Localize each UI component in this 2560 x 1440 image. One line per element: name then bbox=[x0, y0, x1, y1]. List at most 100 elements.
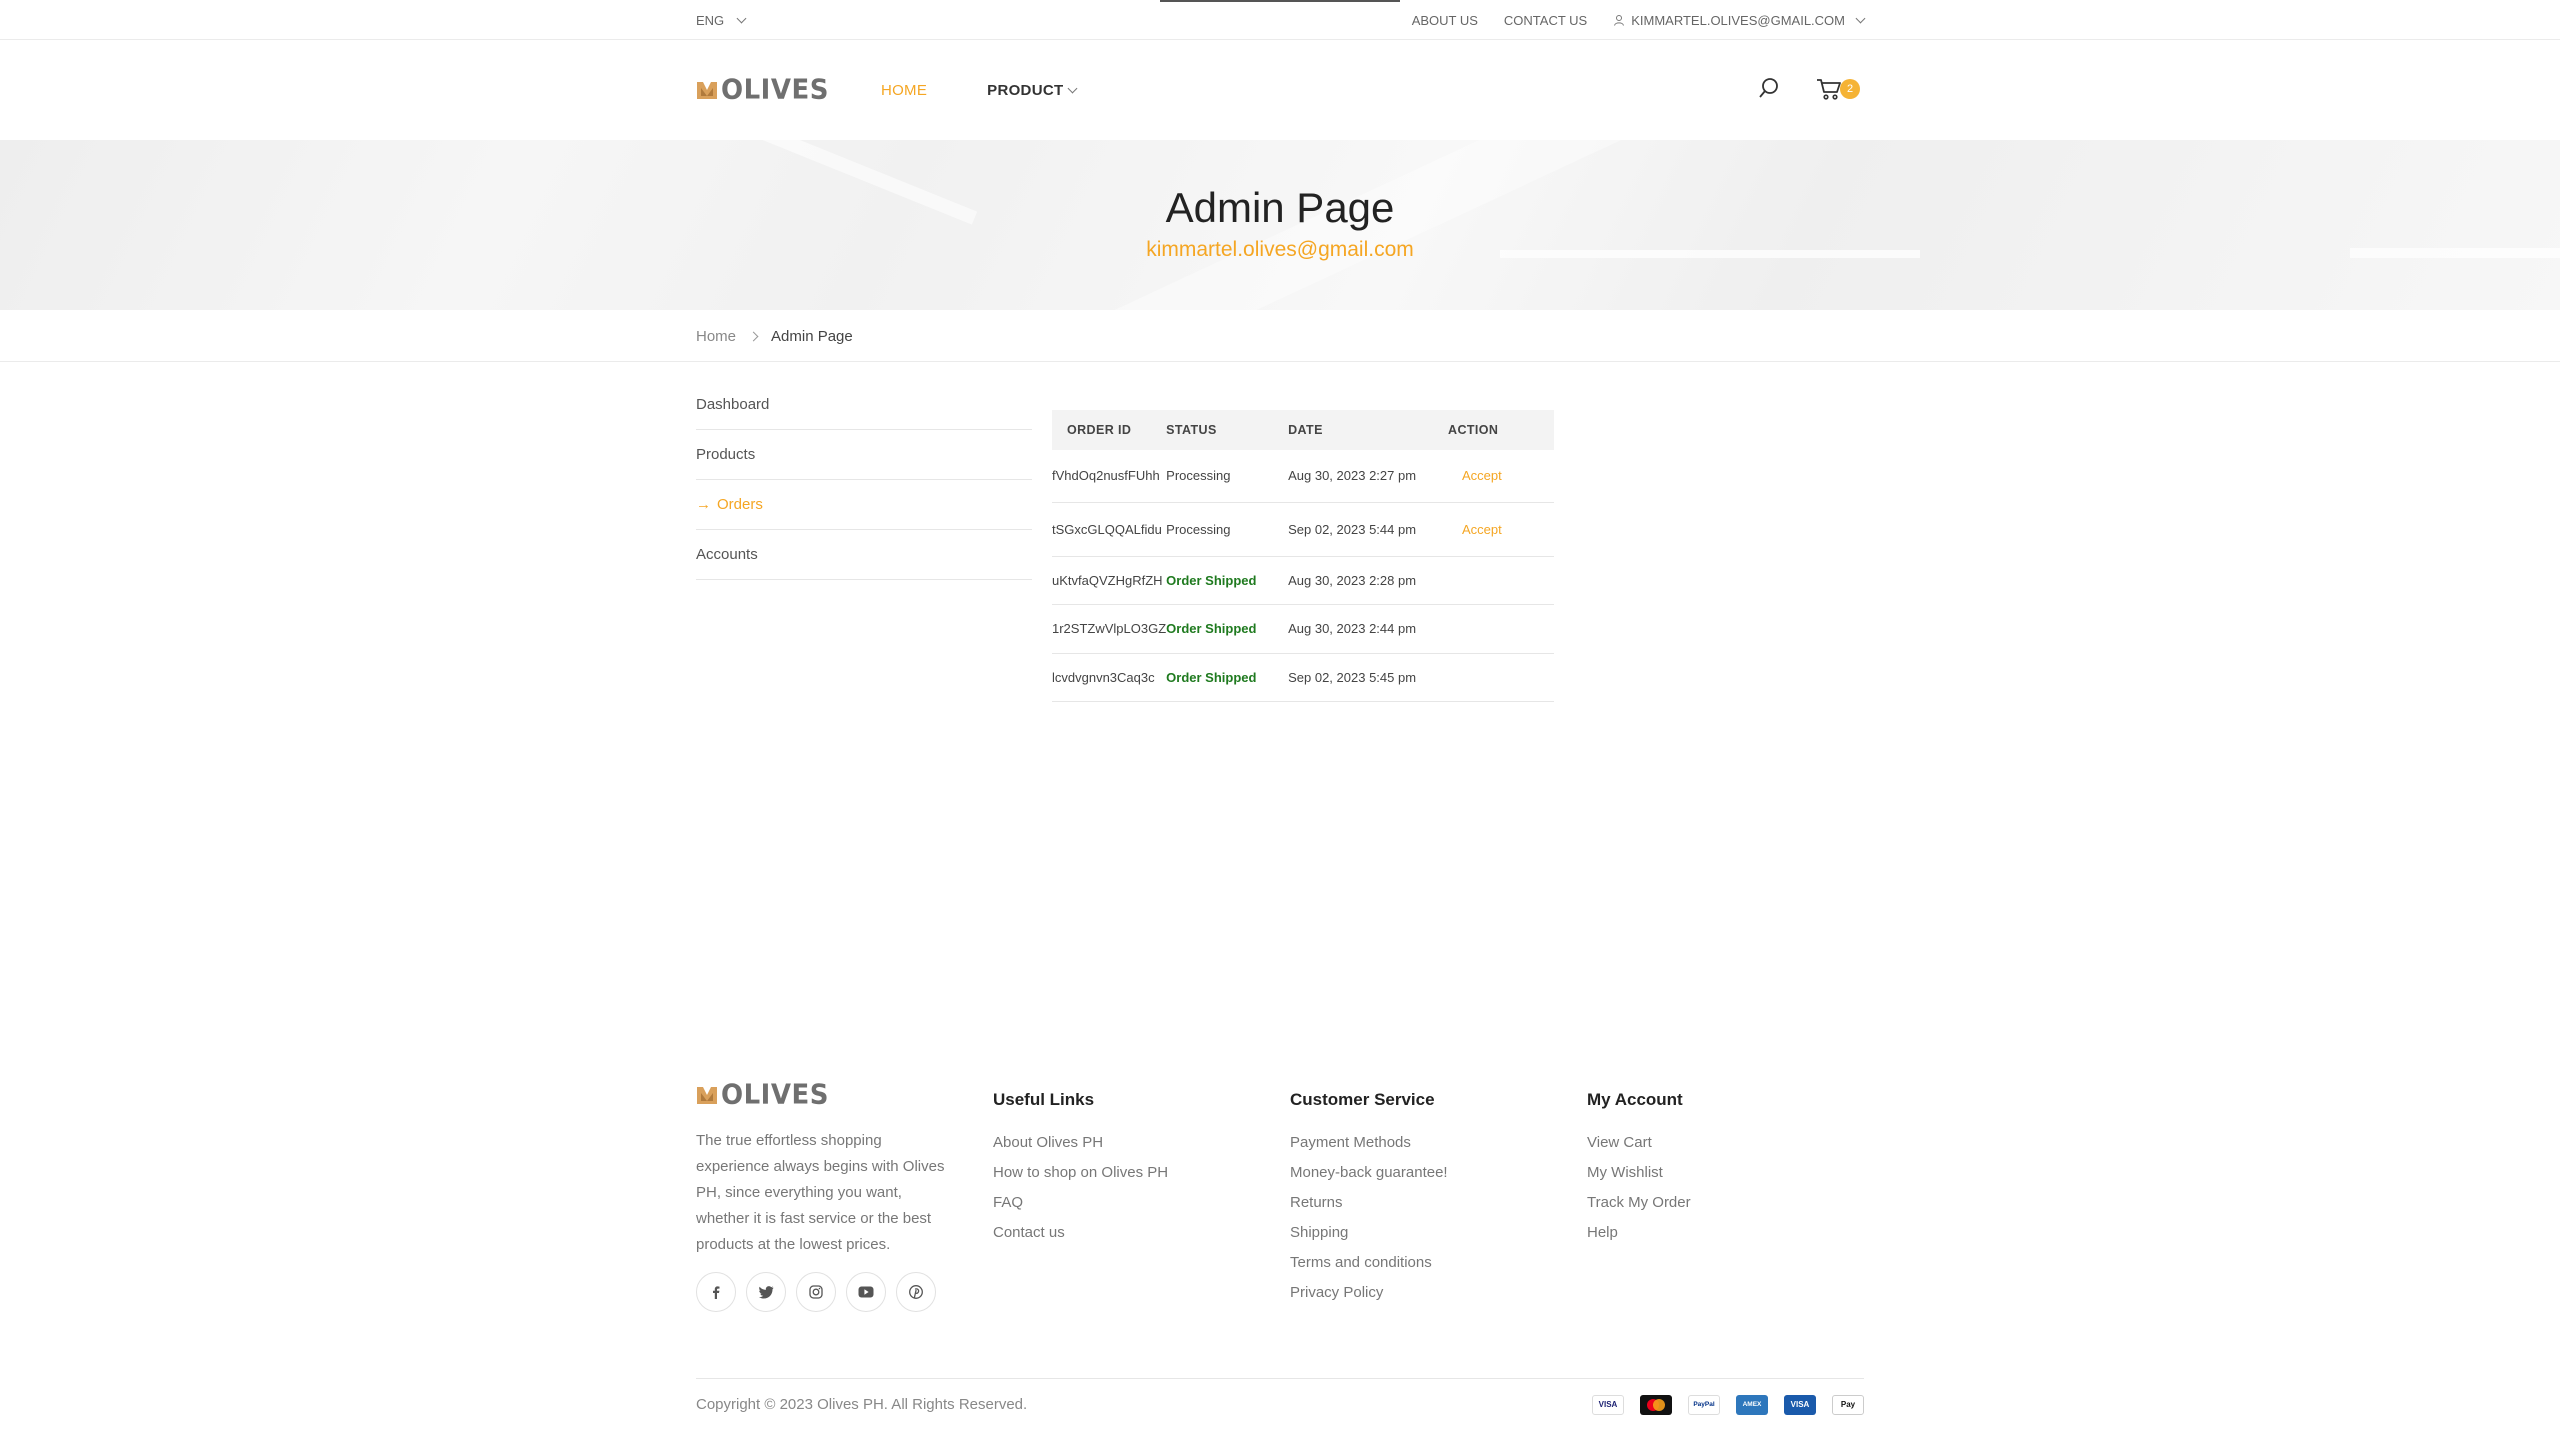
order-id-cell: fVhdOq2nusfFUhh bbox=[1052, 450, 1167, 503]
cart-count-badge: 2 bbox=[1840, 79, 1860, 99]
table-row: tSGxcGLQQALfidu Processing Sep 02, 2023 … bbox=[1052, 502, 1554, 557]
footer-heading: Customer Service bbox=[1290, 1090, 1435, 1109]
footer-link[interactable]: My Wishlist bbox=[1587, 1158, 1691, 1188]
contact-us-link[interactable]: CONTACT US bbox=[1504, 13, 1587, 28]
footer-useful-links: Useful Links About Olives PH How to shop… bbox=[993, 1080, 1168, 1248]
footer-link[interactable]: View Cart bbox=[1587, 1128, 1691, 1158]
order-id-cell: uKtvfaQVZHgRfZH bbox=[1052, 556, 1167, 605]
breadcrumb-home[interactable]: Home bbox=[696, 328, 736, 345]
paypal-icon: PayPal bbox=[1688, 1394, 1720, 1415]
footer-link[interactable]: How to shop on Olives PH bbox=[993, 1158, 1168, 1188]
footer-link[interactable]: Privacy Policy bbox=[1290, 1278, 1448, 1308]
cart-button[interactable]: 2 bbox=[1816, 77, 1864, 103]
twitter-button[interactable] bbox=[746, 1272, 786, 1312]
nav-home[interactable]: HOME bbox=[881, 82, 927, 99]
footer-logo[interactable]: OLIVES bbox=[696, 1079, 956, 1111]
logo-mark-icon bbox=[697, 82, 717, 99]
sidebar-item-accounts[interactable]: Accounts bbox=[696, 530, 1032, 580]
social-links bbox=[696, 1272, 956, 1312]
youtube-icon bbox=[858, 1286, 874, 1298]
footer-heading: My Account bbox=[1587, 1090, 1683, 1109]
chevron-down-icon bbox=[1067, 83, 1078, 93]
order-date-cell: Aug 30, 2023 2:44 pm bbox=[1288, 604, 1449, 654]
youtube-button[interactable] bbox=[846, 1272, 886, 1312]
footer-link[interactable]: Shipping bbox=[1290, 1218, 1448, 1248]
admin-sidebar: Dashboard Products → Orders Accounts bbox=[696, 380, 1032, 580]
search-button[interactable] bbox=[1758, 77, 1780, 104]
footer-link[interactable]: Track My Order bbox=[1587, 1188, 1691, 1218]
order-status-cell: Order Shipped bbox=[1166, 556, 1289, 605]
accept-button[interactable]: Accept bbox=[1448, 502, 1554, 557]
sidebar-item-label: Orders bbox=[717, 496, 763, 513]
order-date-cell: Aug 30, 2023 2:27 pm bbox=[1288, 450, 1449, 503]
footer-link[interactable]: About Olives PH bbox=[993, 1128, 1168, 1158]
visa-card-icon: VISA bbox=[1784, 1394, 1816, 1415]
action-cell bbox=[1448, 653, 1554, 702]
user-icon bbox=[1614, 15, 1625, 26]
chevron-right-icon bbox=[748, 331, 759, 341]
user-menu[interactable]: KIMMARTEL.OLIVES@GMAIL.COM bbox=[1613, 12, 1866, 28]
search-icon bbox=[1759, 77, 1778, 98]
sidebar-item-orders[interactable]: → Orders bbox=[696, 480, 1032, 530]
footer-link[interactable]: Help bbox=[1587, 1218, 1691, 1248]
footer-about: OLIVES The true effortless shopping expe… bbox=[696, 1079, 956, 1312]
instagram-icon bbox=[809, 1285, 823, 1299]
language-selector[interactable]: ENG bbox=[696, 12, 747, 28]
footer-link[interactable]: Contact us bbox=[993, 1218, 1168, 1248]
footer-logo-text: OLIVES bbox=[721, 1079, 829, 1111]
nav-product-label: PRODUCT bbox=[987, 81, 1064, 99]
visa-icon: VISA bbox=[1592, 1394, 1624, 1415]
page-title: Admin Page bbox=[1165, 184, 1395, 231]
order-status-cell: Processing bbox=[1166, 502, 1289, 557]
main-header: OLIVES HOME PRODUCT 2 bbox=[696, 40, 1864, 140]
order-status-cell: Order Shipped bbox=[1166, 653, 1289, 702]
about-us-link[interactable]: ABOUT US bbox=[1412, 13, 1478, 28]
chevron-down-icon bbox=[1855, 13, 1866, 23]
chevron-down-icon bbox=[736, 13, 747, 23]
table-header-row: ORDER ID STATUS DATE ACTION bbox=[1052, 410, 1554, 450]
sidebar-item-label: Products bbox=[696, 446, 756, 463]
logo[interactable]: OLIVES bbox=[696, 74, 829, 106]
accept-button[interactable]: Accept bbox=[1448, 450, 1554, 503]
copyright: Copyright © 2023 Olives PH. All Rights R… bbox=[696, 1396, 1028, 1413]
breadcrumb: Home Admin Page bbox=[696, 310, 853, 362]
instagram-button[interactable] bbox=[796, 1272, 836, 1312]
mastercard-icon bbox=[1640, 1394, 1672, 1415]
footer-link[interactable]: Payment Methods bbox=[1290, 1128, 1448, 1158]
user-email: KIMMARTEL.OLIVES@GMAIL.COM bbox=[1631, 12, 1845, 28]
breadcrumb-current: Admin Page bbox=[771, 327, 853, 345]
order-date-cell: Sep 02, 2023 5:44 pm bbox=[1288, 502, 1449, 557]
sidebar-item-label: Accounts bbox=[696, 546, 758, 563]
column-header-status: STATUS bbox=[1166, 410, 1289, 450]
footer-link[interactable]: Terms and conditions bbox=[1290, 1248, 1448, 1278]
footer-link[interactable]: Money-back guarantee! bbox=[1290, 1158, 1448, 1188]
logo-text: OLIVES bbox=[721, 74, 829, 106]
column-header-order-id: ORDER ID bbox=[1052, 410, 1167, 450]
orders-table: ORDER ID STATUS DATE ACTION fVhdOq2nusfF… bbox=[1052, 410, 1554, 702]
payment-methods: VISA PayPal AMEX VISA Pay bbox=[1592, 1394, 1864, 1415]
arrow-right-icon: → bbox=[696, 496, 711, 513]
sidebar-item-label: Dashboard bbox=[696, 396, 770, 413]
nav-product[interactable]: PRODUCT bbox=[987, 81, 1078, 99]
sidebar-item-products[interactable]: Products bbox=[696, 430, 1032, 480]
order-status-cell: Order Shipped bbox=[1166, 604, 1289, 654]
order-date-cell: Sep 02, 2023 5:45 pm bbox=[1288, 653, 1449, 702]
order-id-cell: 1r2STZwVlpLO3GZ bbox=[1052, 604, 1167, 654]
order-id-cell: tSGxcGLQQALfidu bbox=[1052, 502, 1167, 557]
cart-icon bbox=[1817, 79, 1841, 100]
footer-description: The true effortless shopping experience … bbox=[696, 1132, 945, 1253]
table-row: 1r2STZwVlpLO3GZ Order Shipped Aug 30, 20… bbox=[1052, 604, 1554, 654]
footer-link[interactable]: Returns bbox=[1290, 1188, 1448, 1218]
footer-my-account: My Account View Cart My Wishlist Track M… bbox=[1587, 1080, 1691, 1248]
footer-link[interactable]: FAQ bbox=[993, 1188, 1168, 1218]
order-id-cell: lcvdvgnvn3Caq3c bbox=[1052, 653, 1167, 702]
sidebar-item-dashboard[interactable]: Dashboard bbox=[696, 380, 1032, 430]
logo-mark-icon bbox=[697, 1087, 717, 1104]
facebook-button[interactable] bbox=[696, 1272, 736, 1312]
footer-heading: Useful Links bbox=[993, 1090, 1095, 1109]
language-label: ENG bbox=[696, 12, 725, 28]
apple-pay-icon: Pay bbox=[1832, 1394, 1864, 1415]
column-header-date: DATE bbox=[1288, 410, 1449, 450]
pinterest-button[interactable] bbox=[896, 1272, 936, 1312]
pinterest-icon bbox=[909, 1285, 923, 1299]
